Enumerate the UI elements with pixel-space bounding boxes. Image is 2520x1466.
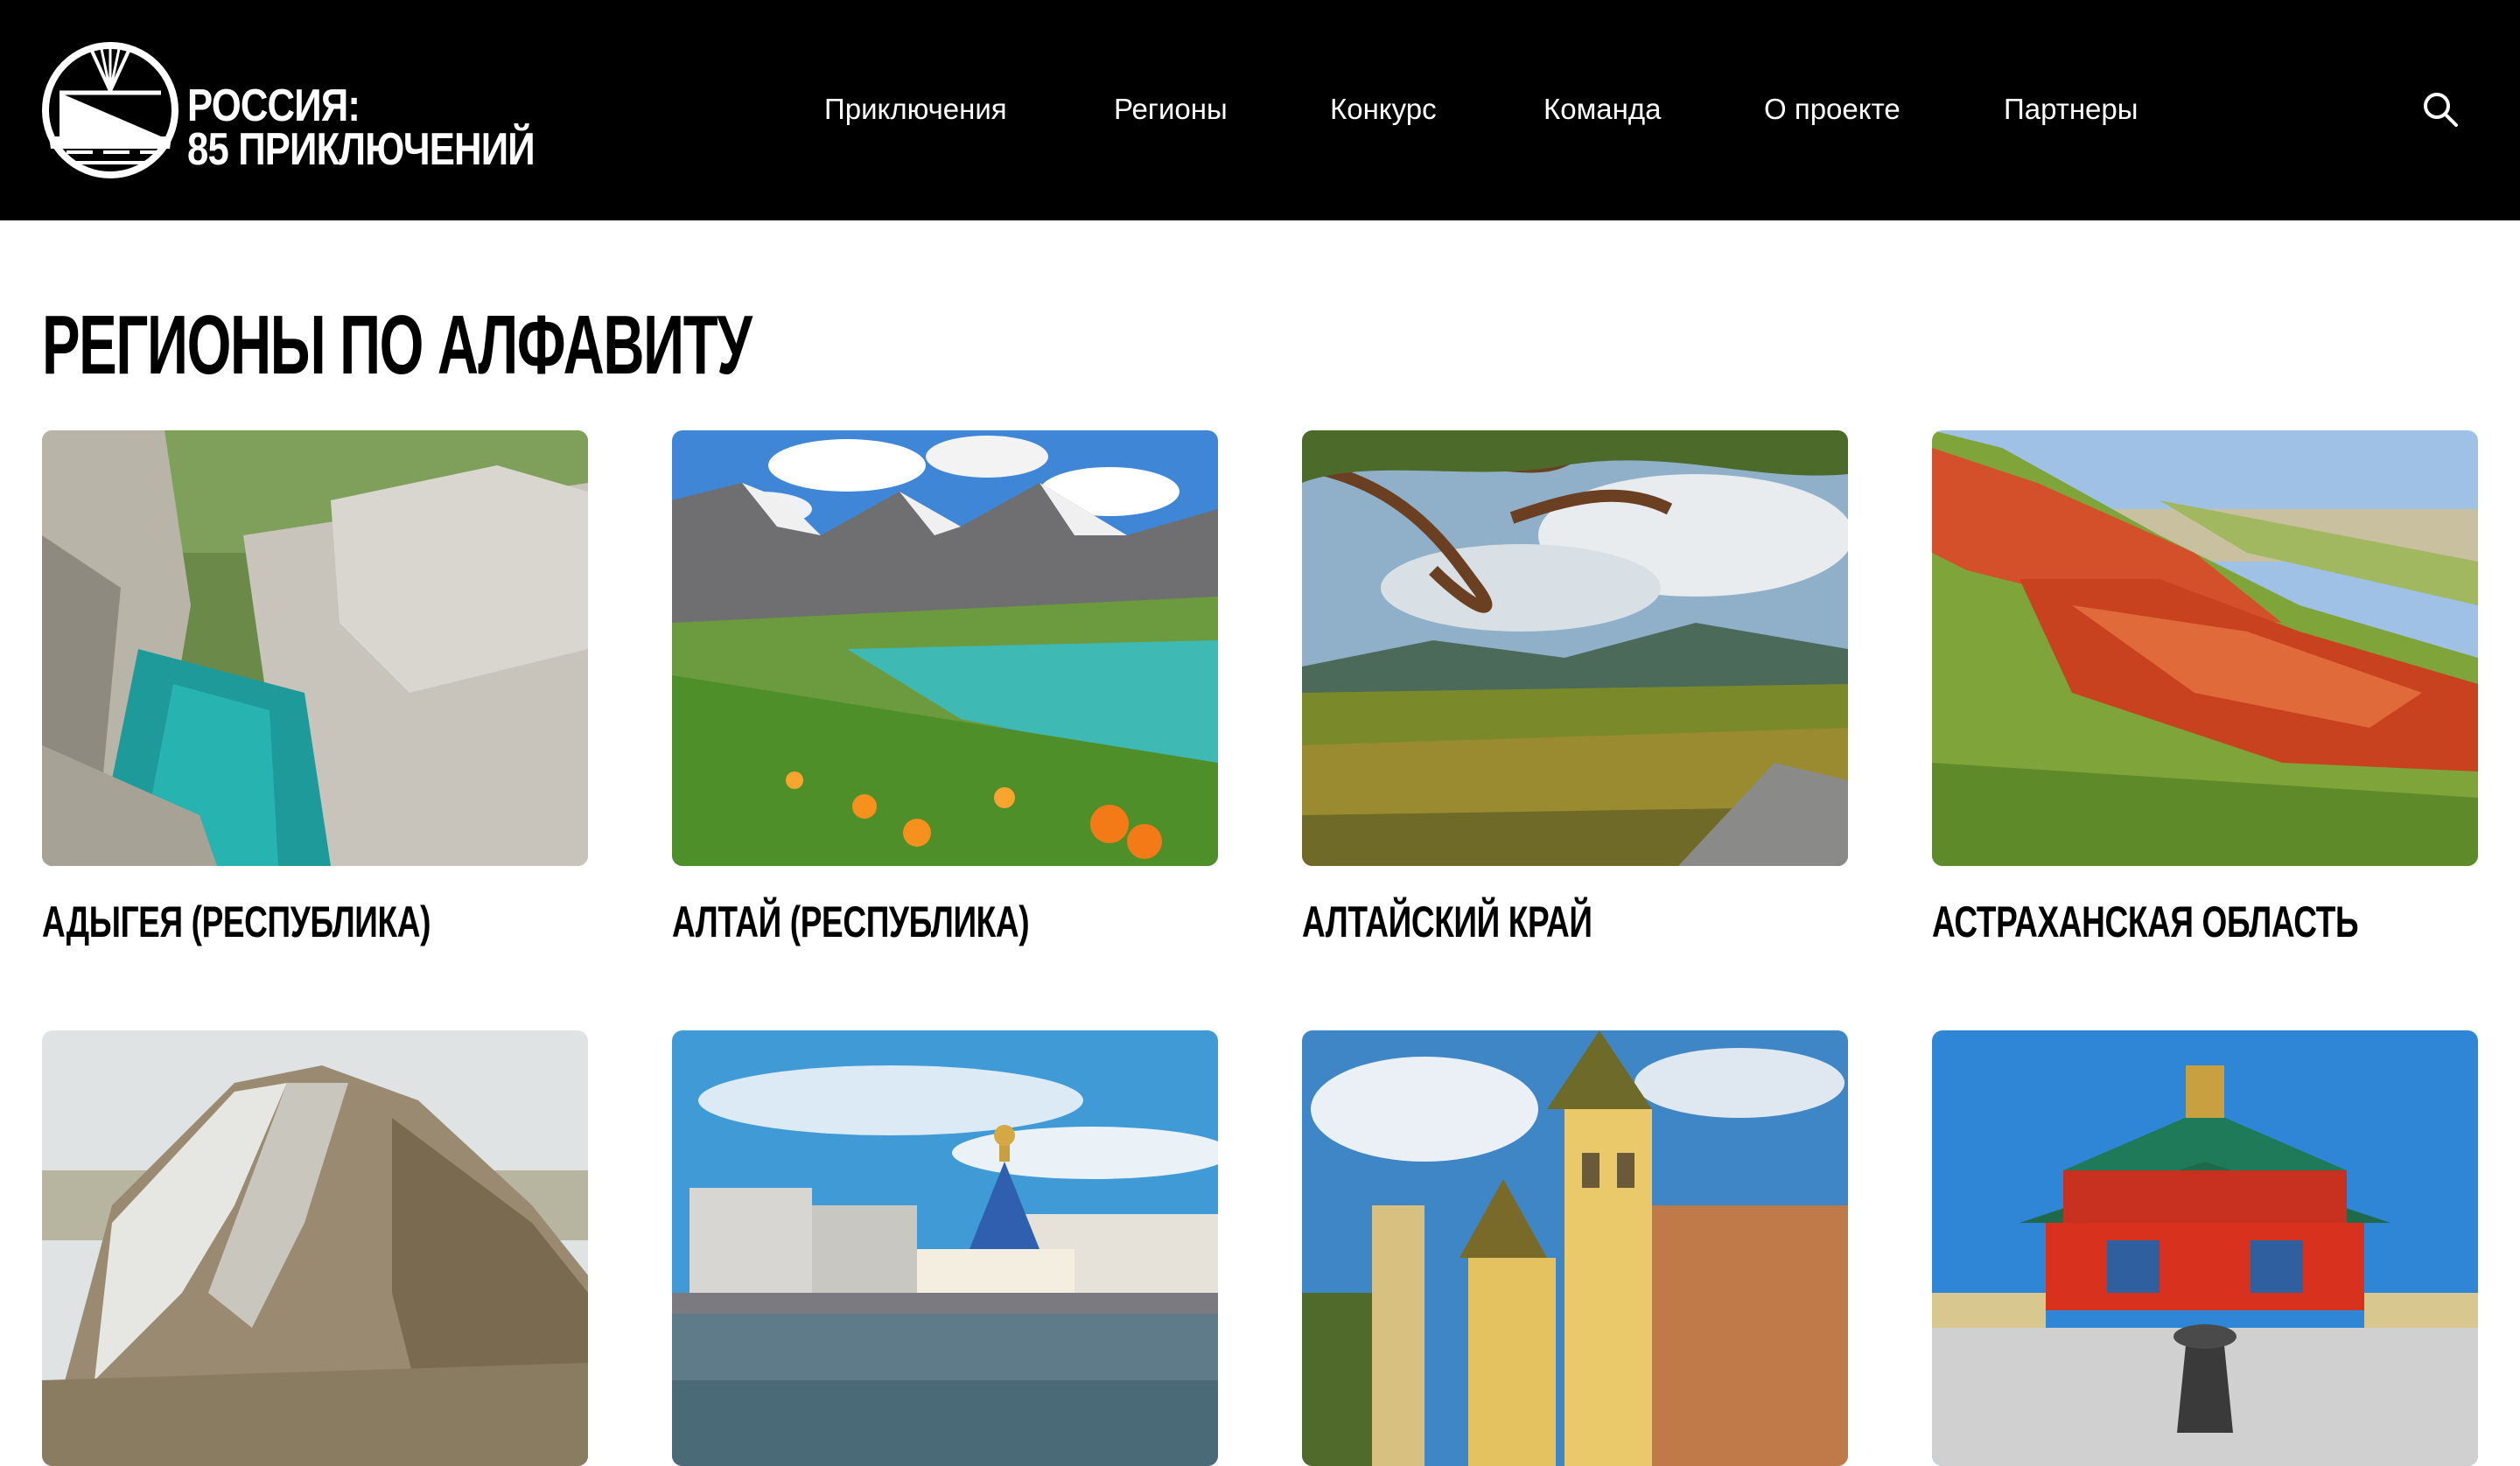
nav-item-adventures[interactable]: Приключения [824,87,1007,131]
region-image-buddhist-temple[interactable] [1932,1030,2478,1466]
region-card[interactable]: Алтайский край [1302,430,1848,946]
region-card[interactable]: Алтай (Республика) [672,430,1218,946]
region-name[interactable]: Астраханская область [1932,897,2359,946]
logo-line-2: 85 ПРИКЛЮЧЕНИЙ [187,124,536,175]
region-card[interactable]: Астраханская область [1932,430,2478,946]
region-image-mountain-lake-flowers[interactable] [672,430,1218,866]
region-name[interactable]: Алтай (Республика) [672,897,1076,946]
logo-icon[interactable] [40,40,180,180]
region-card[interactable] [1302,1030,1848,1466]
region-image-yellow-church[interactable] [1302,1030,1848,1466]
region-card[interactable] [1932,1030,2478,1466]
region-card[interactable] [42,1030,588,1466]
region-card[interactable] [672,1030,1218,1466]
region-card[interactable]: Адыгея (Республика) [42,430,588,946]
nav-item-team[interactable]: Команда [1544,87,1661,131]
region-image-tree-over-valley[interactable] [1302,430,1848,866]
nav-item-regions[interactable]: Регионы [1114,87,1228,131]
logo-wordmark[interactable]: РОССИЯ: 85 ПРИКЛЮЧЕНИЙ [187,80,536,175]
nav-item-partners[interactable]: Партнеры [2004,87,2138,131]
region-name[interactable]: Алтайский край [1302,897,1706,946]
region-image-city-church-river[interactable] [672,1030,1218,1466]
region-image-red-hills[interactable] [1932,430,2478,866]
logo-line-1: РОССИЯ: [187,80,360,131]
region-name[interactable]: Адыгея (Республика) [42,897,446,946]
region-image-rocky-hill[interactable] [42,1030,588,1466]
nav-item-contest[interactable]: Конкурс [1330,87,1437,131]
region-image-river-canyon[interactable] [42,430,588,866]
page-title: Регионы по алфавиту [42,298,752,392]
search-icon[interactable] [2422,91,2459,128]
nav-item-about[interactable]: О проекте [1764,87,1900,131]
site-header: РОССИЯ: 85 ПРИКЛЮЧЕНИЙ Приключения Регио… [0,0,2520,220]
